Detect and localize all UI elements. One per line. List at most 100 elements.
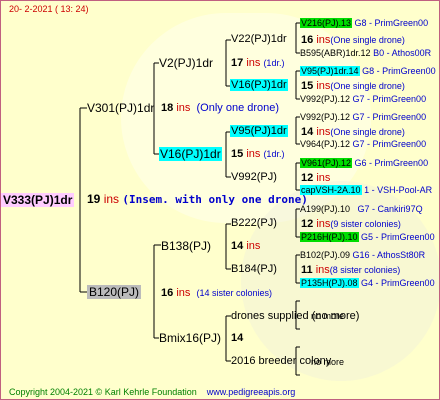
node-label: A199(PJ).10 [300, 204, 351, 214]
node-label: V992(PJ).12 [300, 94, 351, 104]
gen4-node-6[interactable]: V961(PJ).12 G6 - PrimGreen00 [300, 158, 428, 169]
gen1-count-0: 18 ins (Only one drone) [161, 102, 279, 115]
node-label: capVSH-2A.10 [300, 185, 362, 195]
gen4-node-1[interactable]: B595(ABR)1dr.12 B0 - Athos00R [300, 48, 431, 59]
node-note: (One single drone) [330, 127, 405, 137]
gen4-node-10[interactable]: B102(PJ).09 G16 - AthosSt80R [300, 250, 425, 261]
gen2-node-0[interactable]: V2(PJ)1dr [159, 56, 213, 70]
root-insem-count: 19 ins (Insem. with only one drone) [87, 192, 308, 207]
node-source: G7 - PrimGreen00 [352, 139, 427, 149]
node-source: G7 - PrimGreen00 [352, 94, 427, 104]
ins-word: ins [316, 34, 331, 46]
gen3-node-2[interactable]: V95(PJ)1dr [230, 125, 288, 138]
node-label: V95(PJ)1dr [230, 125, 288, 137]
node-label: B184(PJ) [231, 263, 277, 275]
count-number: 14 [301, 126, 314, 138]
gen1-node-0[interactable]: V301(PJ)1dr [87, 101, 154, 115]
node-note: (8 sister colonies) [329, 265, 401, 275]
node-label: B222(PJ) [231, 217, 277, 229]
date-stamp: 20- 2-2021 ( 13: 24) [9, 4, 89, 14]
gen4-node-13[interactable]: no more [311, 357, 344, 368]
gen2-count-0: 17 ins (1dr.) [231, 57, 284, 70]
gen2-node-1[interactable]: V16(PJ)1dr [159, 147, 222, 161]
count-number: 14 [231, 240, 244, 252]
node-note: (14 sister colonies) [196, 288, 273, 298]
root-queen-label: V333(PJ)1dr [1, 193, 75, 207]
gen4-node-4[interactable]: V992(PJ).12 G7 - PrimGreen00 [300, 112, 426, 123]
node-label: V961(PJ).12 [300, 158, 353, 168]
gen2-count-2: 14 ins [231, 240, 260, 253]
gen4-node-7[interactable]: capVSH-2A.10 1 - VSH-Pool-AR [300, 185, 432, 196]
node-source: G8 - PrimGreen00 [354, 18, 429, 28]
gen2-node-2[interactable]: B138(PJ) [161, 239, 211, 253]
gen4-node-0[interactable]: V216(PJ).13 G8 - PrimGreen00 [300, 18, 428, 29]
gen3-count-0: 16 ins(One single drone) [301, 34, 405, 47]
node-label: B138(PJ) [161, 239, 212, 253]
node-label: V301(PJ)1dr [87, 101, 155, 115]
ins-word: ins [246, 240, 261, 252]
node-label: V992(PJ).12 [300, 112, 351, 122]
count-number: 14 [231, 332, 244, 344]
site-link[interactable]: www.pedigreeapis.org [207, 387, 296, 397]
count-number: 16 [161, 287, 174, 299]
ins-word: ins [315, 264, 330, 276]
node-label: P135H(PJ).08 [300, 278, 359, 288]
gen4-node-8[interactable]: A199(PJ).10 G7 - Cankiri97Q [300, 204, 423, 215]
gen3-count-4: 12 ins(9 sister colonies) [301, 218, 401, 231]
node-label: V16(PJ)1dr [230, 79, 288, 91]
node-note: (One single drone) [330, 35, 405, 45]
node-label: B595(ABR)1dr.12 [300, 48, 371, 58]
ins-word: ins [176, 102, 191, 114]
gen3-node-5[interactable]: B184(PJ) [231, 263, 277, 276]
node-label: V22(PJ)1dr [231, 33, 287, 45]
gen3-count-1: 15 ins(One single drone) [301, 80, 405, 93]
gen4-node-12[interactable]: no more [311, 311, 344, 322]
gen4-node-3[interactable]: V992(PJ).12 G7 - PrimGreen00 [300, 94, 426, 105]
node-note: (One single drone) [330, 81, 405, 91]
gen1-node-1[interactable]: B120(PJ) [87, 285, 142, 299]
ins-word: ins [316, 172, 331, 184]
count-number: 11 [301, 264, 313, 276]
gen4-node-2[interactable]: V95(PJ)1dr.14 G8 - PrimGreen00 [300, 66, 436, 77]
ins-word: ins [316, 80, 331, 92]
node-source: G4 - PrimGreen00 [361, 278, 435, 288]
node-note: (Only one drone) [196, 102, 280, 114]
gen3-node-0[interactable]: V22(PJ)1dr [231, 33, 287, 46]
node-note: (9 sister colonies) [330, 219, 401, 229]
node-label: no more [311, 357, 345, 367]
node-label: V964(PJ).12 [300, 139, 351, 149]
gen4-node-9[interactable]: P216H(PJ).10 G5 - PrimGreen00 [300, 232, 435, 243]
node-label: V95(PJ)1dr.14 [300, 66, 360, 76]
node-source: B0 - Athos00R [373, 48, 432, 58]
count-number: 12 [301, 218, 314, 230]
pedigree-chart: 20- 2-2021 ( 13: 24) Copyright 2004-2021… [0, 0, 440, 400]
root-queen[interactable]: V333(PJ)1dr [1, 193, 75, 207]
node-source: G8 - PrimGreen00 [362, 66, 436, 76]
node-label: B102(PJ).09 [300, 250, 351, 260]
gen3-count-5: 11 ins(8 sister colonies) [301, 264, 400, 277]
gen4-node-11[interactable]: P135H(PJ).08 G4 - PrimGreen00 [300, 278, 435, 289]
node-label: V992(PJ) [231, 171, 277, 183]
copyright-text: Copyright 2004-2021 © Karl Kehrle Founda… [9, 387, 197, 397]
gen2-count-1: 15 ins (1dr.) [231, 148, 284, 161]
gen3-count-2: 14 ins(One single drone) [301, 126, 405, 139]
ins-word: ins [316, 126, 331, 138]
count-number: 16 [301, 34, 314, 46]
node-label: no more [311, 311, 345, 321]
node-source: G16 - AthosSt80R [352, 250, 426, 260]
node-label: Bmix16(PJ) [159, 331, 222, 345]
gen2-node-3[interactable]: Bmix16(PJ) [159, 331, 221, 345]
node-source: G7 - Cankiri97Q [357, 204, 423, 214]
node-label: V216(PJ).13 [300, 18, 353, 28]
count-number: 19 [87, 192, 101, 206]
gen1-count-1: 16 ins (14 sister colonies) [161, 287, 272, 300]
gen3-node-1[interactable]: V16(PJ)1dr [230, 79, 288, 92]
footer: Copyright 2004-2021 © Karl Kehrle Founda… [9, 387, 295, 398]
ins-word: ins [103, 192, 120, 206]
gen2-count-3: 14 [231, 332, 243, 345]
count-number: 18 [161, 102, 174, 114]
gen4-node-5[interactable]: V964(PJ).12 G7 - PrimGreen00 [300, 139, 426, 150]
gen3-node-4[interactable]: B222(PJ) [231, 217, 277, 230]
node-source: G5 - PrimGreen00 [361, 232, 435, 242]
gen3-node-3[interactable]: V992(PJ) [231, 171, 277, 184]
